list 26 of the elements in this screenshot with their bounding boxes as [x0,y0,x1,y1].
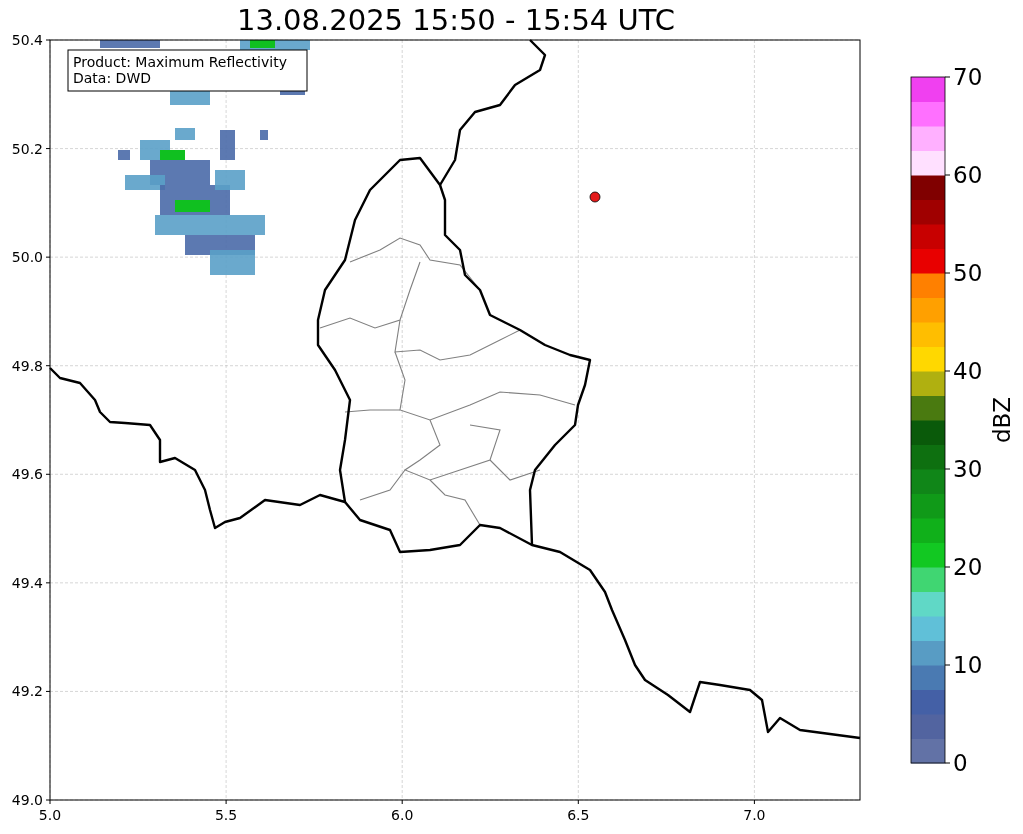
colorbar-tick-label: 30 [953,456,983,482]
axis-tick-label: 49.4 [11,574,43,591]
axis-tick-label: 5.0 [38,807,62,823]
axis-tick-label: 6.5 [567,807,590,823]
axis-tick-label: 6.0 [391,807,414,823]
axis-tick-label: 50.0 [11,249,43,266]
colorbar-tick-label: 50 [953,260,983,286]
colorbar-tick-label: 0 [953,750,968,776]
legend-text: Data: DWD [73,70,151,86]
axis-tick-label: 5.5 [214,807,238,823]
axis-tick-label: 49.2 [11,683,43,700]
colorbar-tick-label: 10 [953,652,983,678]
legend-text: Product: Maximum Reflectivity [73,54,287,70]
axis-tick-label: 50.2 [11,140,43,157]
location-marker [589,191,601,203]
axis-tick-label: 50.4 [11,32,43,48]
axis-tick-label: 49.8 [11,357,43,374]
axis-tick-label: 49.6 [11,466,43,483]
colorbar-tick-label: 40 [953,358,983,384]
colorbar-tick-label: 20 [953,554,983,580]
colorbar-tick-label: 70 [953,64,983,90]
colorbar-label: dBZ [989,396,1015,444]
colorbar-tick-label: 60 [953,162,983,188]
axis-tick-label: 49.0 [11,792,43,808]
chart-title: 13.08.2025 15:50 - 15:54 UTC [237,3,675,37]
axis-tick-label: 7.0 [743,807,766,823]
